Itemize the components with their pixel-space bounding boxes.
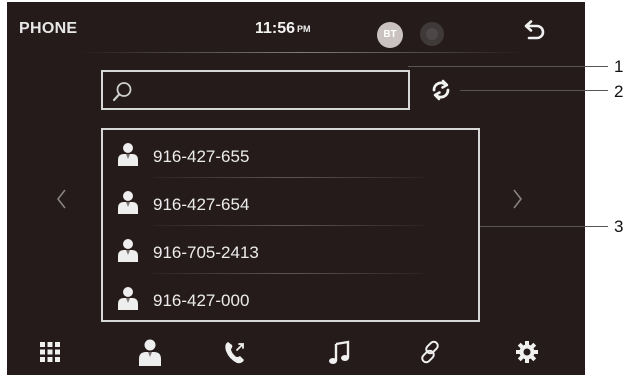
contact-list-item[interactable]: 916-427-655: [103, 130, 478, 178]
contact-list-item[interactable]: 916-705-2413: [103, 226, 478, 274]
page-title: PHONE: [19, 20, 78, 37]
contact-number: 916-427-654: [153, 195, 250, 214]
call-log-phone-icon[interactable]: [220, 337, 250, 367]
link-chain-icon[interactable]: [415, 337, 445, 367]
header-divider: [77, 52, 527, 53]
back-arrow-icon[interactable]: [519, 18, 547, 46]
contact-number: 916-427-000: [153, 291, 250, 310]
callout-label-2: 2: [614, 82, 624, 101]
callout-label-3: 3: [614, 217, 624, 236]
contact-list-item[interactable]: 916-427-654: [103, 178, 478, 226]
clock-ampm: PM: [297, 24, 311, 34]
callout-label-1: 1: [614, 57, 624, 76]
clock-time: 11:56: [255, 20, 296, 37]
contact-number: 916-705-2413: [153, 243, 259, 262]
contact-list: 916-427-655 916-427-654 916-705-2413 916…: [101, 128, 480, 322]
music-note-icon[interactable]: [325, 337, 355, 367]
contact-person-icon: [118, 239, 138, 262]
bluetooth-status-badge[interactable]: BT: [377, 22, 403, 48]
callout-line-1: [408, 66, 608, 67]
settings-gear-icon[interactable]: [512, 337, 542, 367]
contacts-person-icon[interactable]: [135, 337, 165, 367]
contact-number: 916-427-655: [153, 147, 250, 166]
callout-line-2: [460, 90, 608, 91]
callout-line-3: [480, 226, 608, 227]
bottom-tab-bar: [7, 327, 585, 375]
previous-page-arrow-icon[interactable]: [53, 186, 69, 212]
keypad-grid-icon[interactable]: [35, 337, 65, 367]
search-icon: [112, 82, 132, 102]
contact-person-icon: [118, 287, 138, 310]
contact-list-item[interactable]: 916-427-000: [103, 274, 478, 322]
contact-person-icon: [118, 143, 138, 166]
search-input[interactable]: [101, 70, 410, 110]
status-indicator-icon: [420, 22, 444, 46]
next-page-arrow-icon[interactable]: [510, 186, 526, 212]
contact-person-icon: [118, 191, 138, 214]
clock: 11:56 PM: [255, 20, 311, 38]
phone-screen: PHONE 11:56 PM BT 916-427-655 916-427-65…: [7, 2, 585, 375]
sync-refresh-icon[interactable]: [427, 76, 455, 104]
status-header: PHONE 11:56 PM BT: [7, 2, 585, 54]
